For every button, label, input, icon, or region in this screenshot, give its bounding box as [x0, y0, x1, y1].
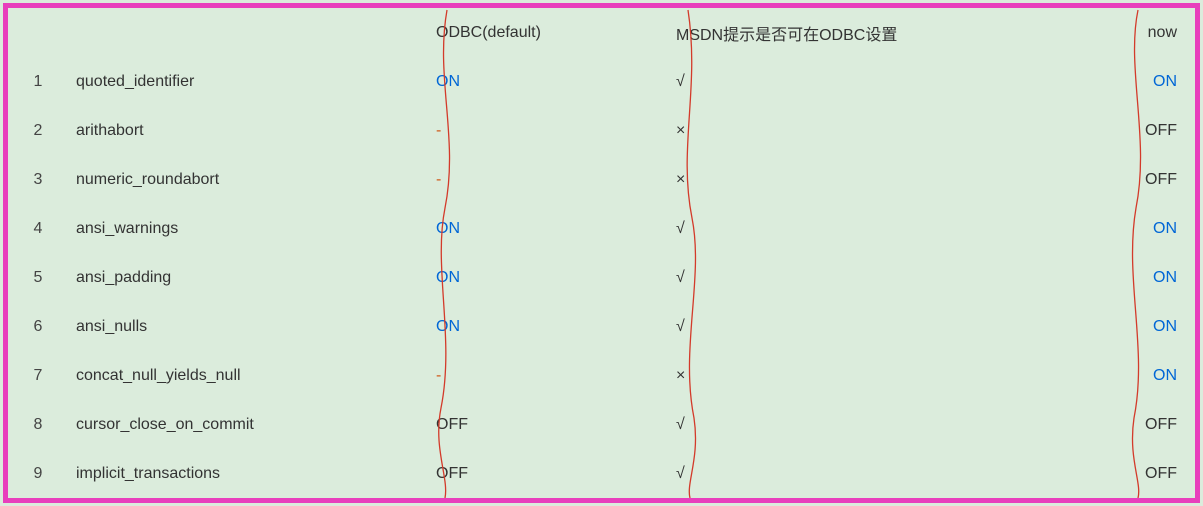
msdn-value: × — [668, 367, 1088, 385]
odbc-value: ON — [428, 318, 668, 336]
now-value: ON — [1088, 269, 1195, 287]
setting-name: ansi_warnings — [68, 220, 428, 238]
msdn-value: × — [668, 122, 1088, 140]
header-msdn: MSDN提示是否可在ODBC设置 — [668, 21, 1088, 45]
header-odbc: ODBC(default) — [428, 24, 668, 42]
msdn-value: × — [668, 171, 1088, 189]
odbc-value: OFF — [428, 416, 668, 434]
setting-name: concat_null_yields_null — [68, 367, 428, 385]
odbc-value: OFF — [428, 465, 668, 483]
now-value: ON — [1088, 318, 1195, 336]
odbc-value: ON — [428, 73, 668, 91]
now-value: ON — [1088, 73, 1195, 91]
setting-name: quoted_identifier — [68, 73, 428, 91]
msdn-value: √ — [668, 220, 1088, 238]
odbc-value: ON — [428, 220, 668, 238]
row-number: 3 — [8, 171, 68, 189]
setting-name: numeric_roundabort — [68, 171, 428, 189]
msdn-value: √ — [668, 465, 1088, 483]
header-now: now — [1088, 24, 1195, 42]
row-number: 4 — [8, 220, 68, 238]
now-value: ON — [1088, 220, 1195, 238]
setting-name: cursor_close_on_commit — [68, 416, 428, 434]
odbc-value: - — [428, 122, 668, 140]
msdn-value: √ — [668, 73, 1088, 91]
now-value: OFF — [1088, 171, 1195, 189]
row-number: 1 — [8, 73, 68, 91]
row-number: 5 — [8, 269, 68, 287]
setting-name: implicit_transactions — [68, 465, 428, 483]
row-number: 8 — [8, 416, 68, 434]
setting-name: ansi_padding — [68, 269, 428, 287]
odbc-value: ON — [428, 269, 668, 287]
odbc-value: - — [428, 367, 668, 385]
setting-name: arithabort — [68, 122, 428, 140]
msdn-value: √ — [668, 318, 1088, 336]
msdn-value: √ — [668, 416, 1088, 434]
now-value: OFF — [1088, 416, 1195, 434]
now-value: ON — [1088, 367, 1195, 385]
now-value: OFF — [1088, 465, 1195, 483]
now-value: OFF — [1088, 122, 1195, 140]
row-number: 9 — [8, 465, 68, 483]
row-number: 6 — [8, 318, 68, 336]
odbc-value: - — [428, 171, 668, 189]
row-number: 7 — [8, 367, 68, 385]
settings-table: ODBC(default) MSDN提示是否可在ODBC设置 now 1quot… — [8, 8, 1195, 498]
msdn-value: √ — [668, 269, 1088, 287]
setting-name: ansi_nulls — [68, 318, 428, 336]
row-number: 2 — [8, 122, 68, 140]
